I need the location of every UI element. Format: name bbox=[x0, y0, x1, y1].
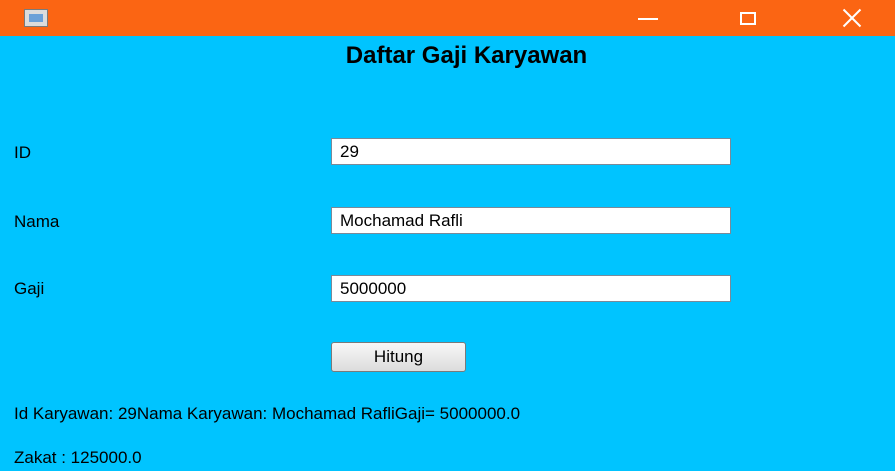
id-label: ID bbox=[14, 143, 31, 162]
hitung-button[interactable]: Hitung bbox=[331, 342, 466, 372]
maximize-button[interactable] bbox=[718, 0, 778, 36]
gaji-field[interactable] bbox=[331, 275, 731, 302]
java-app-icon[interactable] bbox=[24, 9, 48, 27]
close-icon bbox=[841, 7, 863, 29]
zakat-result-text: Zakat : 125000.0 bbox=[14, 448, 142, 467]
close-button[interactable] bbox=[822, 0, 882, 36]
id-field[interactable] bbox=[331, 138, 731, 165]
minimize-button[interactable] bbox=[618, 0, 678, 36]
form-heading: Daftar Gaji Karyawan bbox=[345, 42, 588, 69]
title-bar[interactable] bbox=[0, 0, 895, 36]
nama-label: Nama bbox=[14, 212, 60, 231]
result-summary-text: Id Karyawan: 29Nama Karyawan: Mochamad R… bbox=[14, 404, 521, 423]
minimize-icon bbox=[638, 18, 658, 20]
gaji-label: Gaji bbox=[14, 279, 45, 298]
app-window: Daftar Gaji Karyawan ID Nama Gaji Hitung… bbox=[0, 0, 895, 471]
nama-field[interactable] bbox=[331, 207, 731, 234]
maximize-icon bbox=[740, 11, 756, 25]
